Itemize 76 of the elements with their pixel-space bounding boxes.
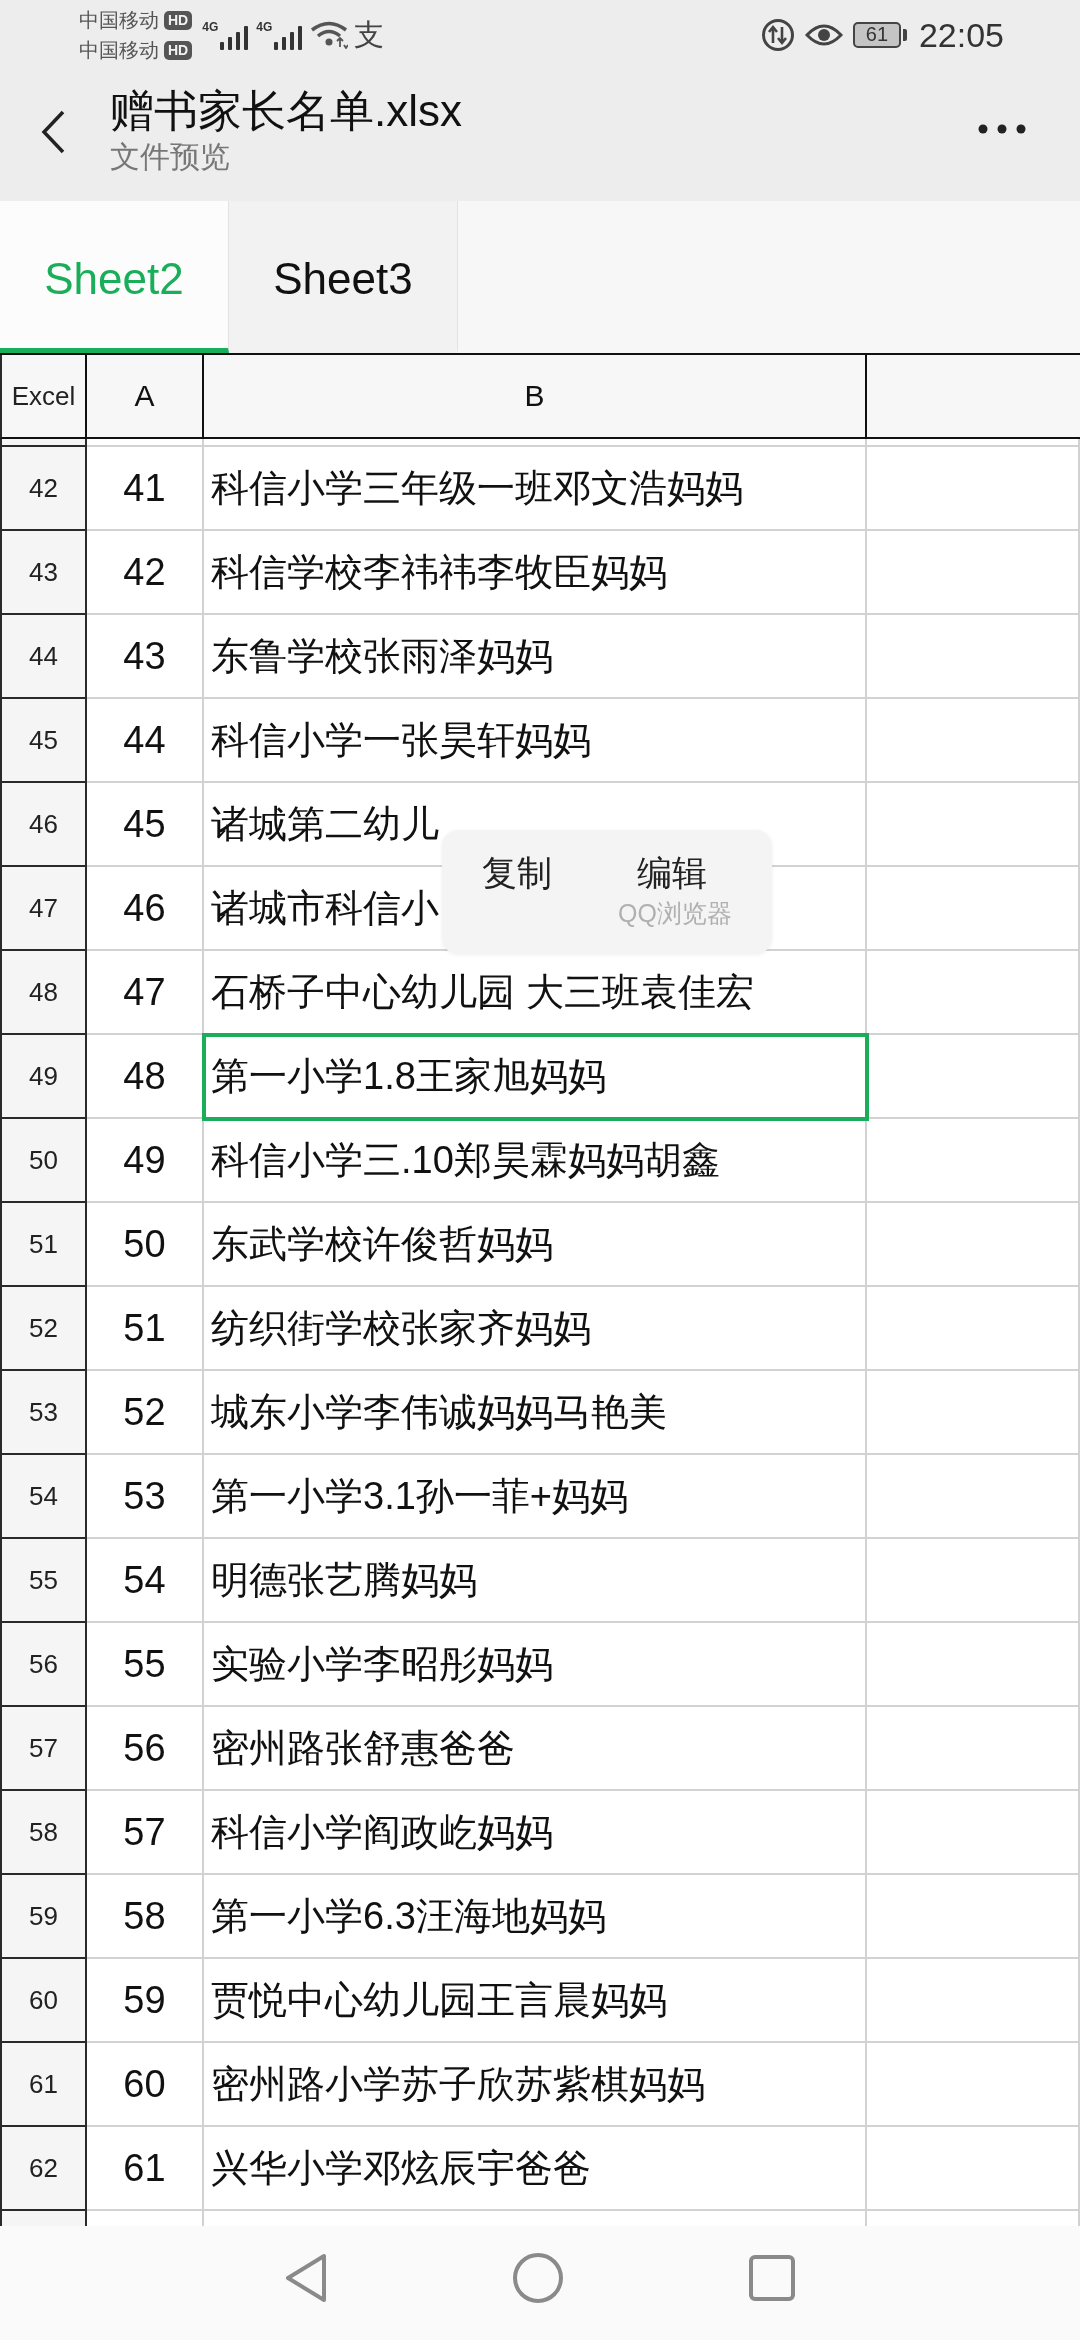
cell-text: 第一小学6.3汪海地妈妈 [211,1893,606,1939]
row-number: 61 [0,2043,87,2127]
corner-header: Excel [0,355,87,439]
notification-glyph: 支 [354,18,385,52]
cell-text: 密州路张舒惠爸爸 [211,1725,515,1771]
hd-badge: HD [164,40,193,60]
cell-text: 诸城第二幼儿 [211,801,439,847]
cell-text: 实验小学李昭彤妈妈 [211,1641,553,1687]
cell-text: 科信小学三年级一班邓文浩妈妈 [211,465,743,511]
battery-indicator: 61 [852,22,907,48]
row-number: 54 [0,1455,87,1539]
hd-badge: HD [164,10,193,30]
file-subtitle: 文件预览 [110,138,231,175]
row-number: 60 [0,1959,87,2043]
table-cell: 54 [87,1539,204,1623]
row-number: 58 [0,1791,87,1875]
cell-text: 第一小学1.8王家旭妈妈 [211,1053,606,1099]
table-cell: 53 [87,1455,204,1539]
table-cell: 55 [87,1623,204,1707]
table-cell: 56 [87,1707,204,1791]
table-cell: 47 [87,951,204,1035]
cell-text: 科信小学三.10郑昊霖妈妈胡鑫 [211,1137,720,1183]
cell-text: 城东小学李伟诚妈妈马艳美 [211,1389,667,1435]
row-number: 45 [0,699,87,783]
cell-text: 诸城市科信小 [211,885,439,931]
table-cell: 42 [87,531,204,615]
table-cell: 59 [87,1959,204,2043]
row-number: 51 [0,1203,87,1287]
cell-text: 科信学校李祎祎李牧臣妈妈 [211,549,667,595]
table-cell: 51 [87,1287,204,1371]
file-title: 赠书家长名单.xlsx [110,84,462,137]
cell-text: 科信小学一张昊轩妈妈 [211,717,591,763]
row-number: 47 [0,867,87,951]
table-cell: 61 [87,2127,204,2211]
row-number: 43 [0,531,87,615]
row-number: 52 [0,1287,87,1371]
row-number: 56 [0,1623,87,1707]
menu-source-label: QQ浏览器 [618,898,732,928]
carrier-name: 中国移动 [79,38,159,62]
table-cell: 44 [87,699,204,783]
cell-text: 第一小学3.1孙一菲+妈妈 [211,1473,629,1519]
row-number: 48 [0,951,87,1035]
cell-text: 明德张艺腾妈妈 [211,1557,477,1603]
row-number: 50 [0,1119,87,1203]
row-number: 44 [0,615,87,699]
table-cell: 58 [87,1875,204,1959]
table-cell: 46 [87,867,204,951]
table-cell: 43 [87,615,204,699]
row-number: 49 [0,1035,87,1119]
table-cell: 60 [87,2043,204,2127]
table-cell: 49 [87,1119,204,1203]
row-number: 59 [0,1875,87,1959]
table-cell: 41 [87,447,204,531]
row-number: 55 [0,1539,87,1623]
row-number: 62 [0,2127,87,2211]
carrier-name: 中国移动 [79,8,159,32]
row-number: 42 [0,447,87,531]
cell-text: 纺织街学校张家齐妈妈 [211,1305,591,1351]
table-cell: 57 [87,1791,204,1875]
row-number: 46 [0,783,87,867]
cell-text: 兴华小学邓炫辰宇爸爸 [211,2145,591,2191]
table-cell: 48 [87,1035,204,1119]
table-cell: 52 [87,1371,204,1455]
table-cell: 50 [87,1203,204,1287]
network-type-label: 4G [202,20,219,34]
cell-text: 贾悦中心幼儿园王言晨妈妈 [211,1977,667,2023]
clock-time: 22:05 [918,15,1004,55]
table-cell: 45 [87,783,204,867]
network-type-label: 4G [256,20,273,34]
row-number: 53 [0,1371,87,1455]
row-number: 57 [0,1707,87,1791]
cell-text: 东武学校许俊哲妈妈 [211,1221,553,1267]
cell-text: 东鲁学校张雨泽妈妈 [211,633,553,679]
cell-text: 科信小学阎政屹妈妈 [211,1809,553,1855]
cell-text: 石桥子中心幼儿园 大三班袁佳宏 [211,969,754,1015]
cell-text: 密州路小学苏子欣苏紫棋妈妈 [211,2061,705,2107]
